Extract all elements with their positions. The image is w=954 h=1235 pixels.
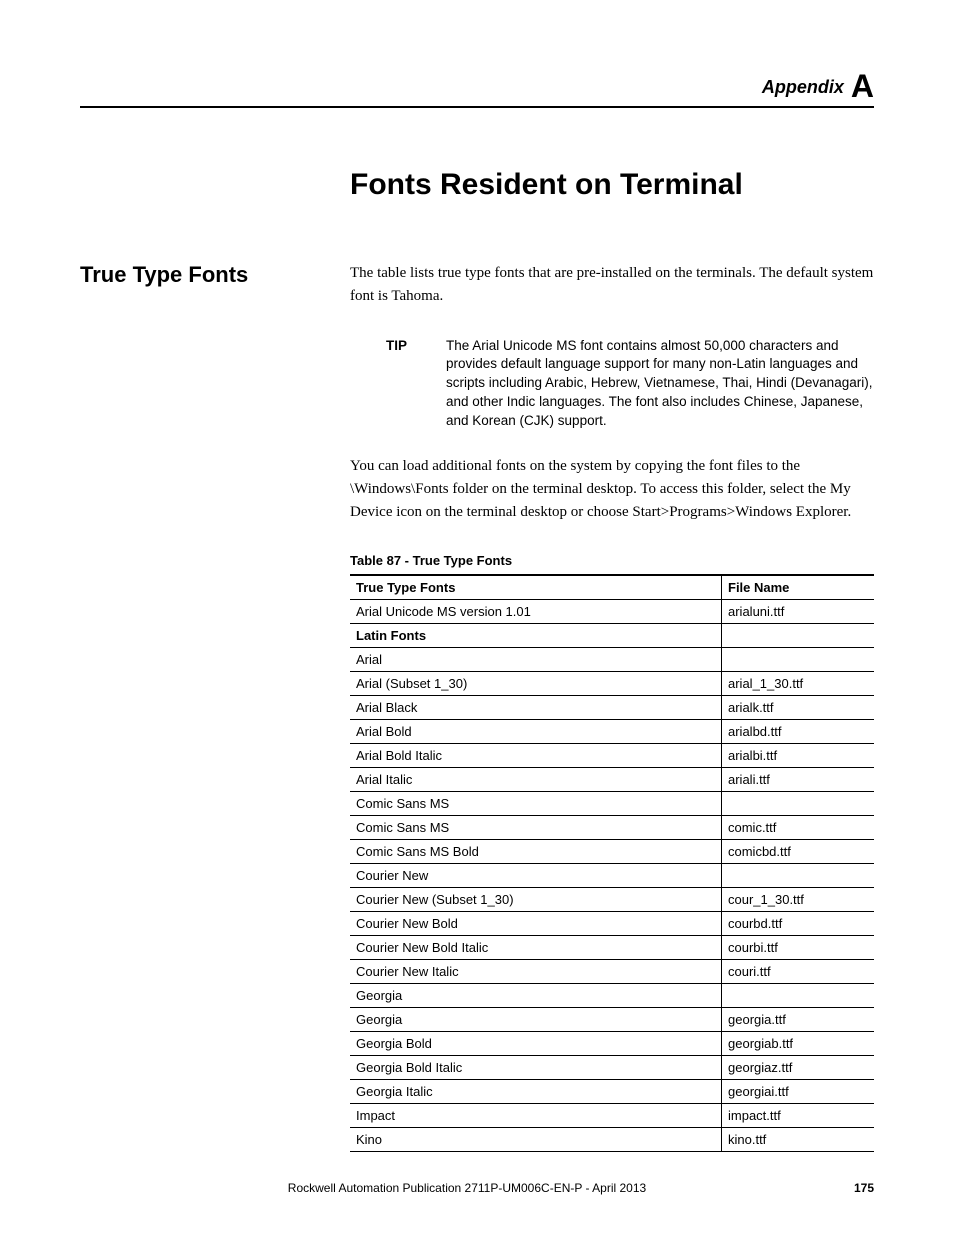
- table-row: Arial Boldarialbd.ttf: [350, 719, 874, 743]
- font-name-cell: Georgia Italic: [350, 1079, 722, 1103]
- font-name-cell: Arial Bold: [350, 719, 722, 743]
- file-name-cell: [722, 863, 875, 887]
- page-footer: Rockwell Automation Publication 2711P-UM…: [80, 1181, 874, 1195]
- font-name-cell: Courier New Italic: [350, 959, 722, 983]
- fonts-table: True Type Fonts File Name Arial Unicode …: [350, 574, 874, 1152]
- font-name-cell: Arial Bold Italic: [350, 743, 722, 767]
- table-row: Georgia Italicgeorgiai.ttf: [350, 1079, 874, 1103]
- intro-paragraph-1: The table lists true type fonts that are…: [350, 262, 874, 309]
- font-name-cell: Arial (Subset 1_30): [350, 671, 722, 695]
- file-name-cell: arialbd.ttf: [722, 719, 875, 743]
- font-name-cell: Arial Italic: [350, 767, 722, 791]
- font-name-cell: Arial Black: [350, 695, 722, 719]
- table-row: Latin Fonts: [350, 623, 874, 647]
- font-name-cell: Arial Unicode MS version 1.01: [350, 599, 722, 623]
- header-rule: [80, 106, 874, 108]
- font-name-cell: Georgia: [350, 1007, 722, 1031]
- table-row: Impactimpact.ttf: [350, 1103, 874, 1127]
- file-name-cell: impact.ttf: [722, 1103, 875, 1127]
- table-row: Courier New Italiccouri.ttf: [350, 959, 874, 983]
- file-name-cell: [722, 791, 875, 815]
- table-row: Courier New Boldcourbd.ttf: [350, 911, 874, 935]
- font-name-cell: Arial: [350, 647, 722, 671]
- tip-text: The Arial Unicode MS font contains almos…: [446, 337, 874, 431]
- file-name-cell: couri.ttf: [722, 959, 875, 983]
- file-name-cell: arialuni.ttf: [722, 599, 875, 623]
- file-name-cell: georgiaz.ttf: [722, 1055, 875, 1079]
- table-row: Georgiageorgia.ttf: [350, 1007, 874, 1031]
- appendix-header: Appendix A: [80, 70, 874, 102]
- file-name-cell: courbi.ttf: [722, 935, 875, 959]
- table-row: Comic Sans MScomic.ttf: [350, 815, 874, 839]
- file-name-cell: kino.ttf: [722, 1127, 875, 1151]
- file-name-cell: georgia.ttf: [722, 1007, 875, 1031]
- file-name-cell: [722, 623, 875, 647]
- section-heading: True Type Fonts: [80, 262, 350, 288]
- font-name-cell: Courier New Bold Italic: [350, 935, 722, 959]
- table-row: Arial Italicariali.ttf: [350, 767, 874, 791]
- file-name-cell: courbd.ttf: [722, 911, 875, 935]
- file-name-cell: arial_1_30.ttf: [722, 671, 875, 695]
- file-name-cell: cour_1_30.ttf: [722, 887, 875, 911]
- chapter-title: Fonts Resident on Terminal: [350, 168, 874, 202]
- table-row: Courier New: [350, 863, 874, 887]
- table-row: Georgia Bold Italicgeorgiaz.ttf: [350, 1055, 874, 1079]
- table-caption: Table 87 - True Type Fonts: [350, 553, 874, 568]
- file-name-cell: comicbd.ttf: [722, 839, 875, 863]
- font-name-cell: Kino: [350, 1127, 722, 1151]
- font-name-cell: Comic Sans MS: [350, 791, 722, 815]
- col-header-filename: File Name: [722, 575, 875, 600]
- font-name-cell: Courier New: [350, 863, 722, 887]
- table-row: Comic Sans MS: [350, 791, 874, 815]
- table-row: Arial Blackarialk.ttf: [350, 695, 874, 719]
- font-name-cell: Comic Sans MS Bold: [350, 839, 722, 863]
- table-row: Comic Sans MS Boldcomicbd.ttf: [350, 839, 874, 863]
- file-name-cell: georgiab.ttf: [722, 1031, 875, 1055]
- table-row: Arial (Subset 1_30)arial_1_30.ttf: [350, 671, 874, 695]
- table-row: Arial Bold Italicarialbi.ttf: [350, 743, 874, 767]
- appendix-letter: A: [851, 68, 874, 104]
- table-row: Courier New (Subset 1_30)cour_1_30.ttf: [350, 887, 874, 911]
- table-row: Courier New Bold Italiccourbi.ttf: [350, 935, 874, 959]
- table-row: Arial Unicode MS version 1.01arialuni.tt…: [350, 599, 874, 623]
- file-name-cell: comic.ttf: [722, 815, 875, 839]
- tip-block: TIP The Arial Unicode MS font contains a…: [386, 337, 874, 431]
- font-name-cell: Impact: [350, 1103, 722, 1127]
- table-row: Kinokino.ttf: [350, 1127, 874, 1151]
- font-name-cell: Courier New (Subset 1_30): [350, 887, 722, 911]
- table-row: Georgia Boldgeorgiab.ttf: [350, 1031, 874, 1055]
- footer-page-number: 175: [854, 1181, 874, 1195]
- file-name-cell: georgiai.ttf: [722, 1079, 875, 1103]
- font-name-cell: Georgia: [350, 983, 722, 1007]
- table-row: Georgia: [350, 983, 874, 1007]
- font-name-cell: Latin Fonts: [350, 623, 722, 647]
- intro-paragraph-2: You can load additional fonts on the sys…: [350, 455, 874, 525]
- file-name-cell: [722, 983, 875, 1007]
- file-name-cell: arialk.ttf: [722, 695, 875, 719]
- font-name-cell: Georgia Bold Italic: [350, 1055, 722, 1079]
- table-row: Arial: [350, 647, 874, 671]
- font-name-cell: Courier New Bold: [350, 911, 722, 935]
- file-name-cell: arialbi.ttf: [722, 743, 875, 767]
- col-header-fonts: True Type Fonts: [350, 575, 722, 600]
- appendix-word: Appendix: [762, 77, 844, 97]
- font-name-cell: Comic Sans MS: [350, 815, 722, 839]
- footer-publication: Rockwell Automation Publication 2711P-UM…: [80, 1181, 854, 1195]
- file-name-cell: ariali.ttf: [722, 767, 875, 791]
- font-name-cell: Georgia Bold: [350, 1031, 722, 1055]
- file-name-cell: [722, 647, 875, 671]
- tip-label: TIP: [386, 337, 446, 431]
